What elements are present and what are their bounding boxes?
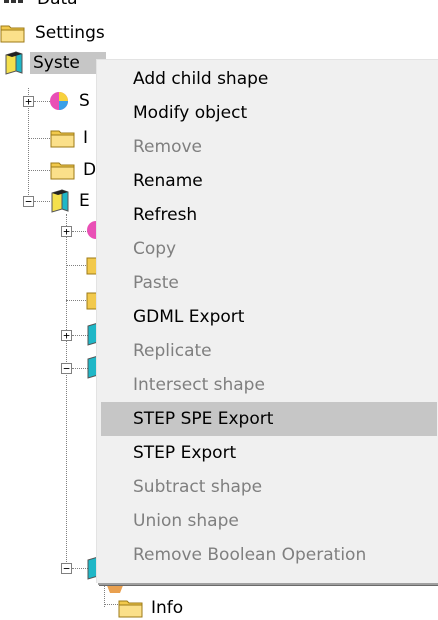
expand-plus-icon[interactable]: + [23, 96, 34, 107]
menu-item-label: GDML Export [133, 307, 245, 327]
tree-connector [28, 138, 50, 139]
folder-icon [50, 162, 75, 180]
collapse-minus-icon[interactable]: − [61, 563, 72, 574]
menu-item-add-child-shape[interactable]: Add child shape [101, 62, 437, 96]
menu-item-step-spe-export[interactable]: STEP SPE Export [101, 402, 437, 436]
menu-item-refresh[interactable]: Refresh [101, 198, 437, 232]
menu-item-intersect-shape[interactable]: Intersect shape [101, 368, 437, 402]
tree-item-label: I [83, 128, 89, 148]
menu-item-paste[interactable]: Paste [101, 266, 437, 300]
menu-item-label: STEP SPE Export [133, 409, 274, 429]
menu-item-label: Rename [133, 171, 203, 191]
database-icon [4, 0, 23, 3]
menu-item-label: Add child shape [133, 69, 269, 89]
menu-item-label: Subtract shape [133, 477, 263, 497]
menu-item-label: Union shape [133, 511, 239, 531]
menu-item-subtract-shape[interactable]: Subtract shape [101, 470, 437, 504]
menu-item-union-shape[interactable]: Union shape [101, 504, 437, 538]
tree-connector [34, 201, 50, 202]
menu-item-remove-boolean-operation[interactable]: Remove Boolean Operation [101, 538, 437, 572]
menu-item-replicate[interactable]: Replicate [101, 334, 437, 368]
tree-item-label: E [79, 191, 90, 211]
folder-icon [50, 130, 75, 148]
volume-icon [51, 189, 69, 213]
tree-item-label: Info [151, 598, 184, 618]
menu-item-label: Modify object [133, 103, 248, 123]
context-menu: Add child shape Modify object Remove Ren… [96, 59, 438, 583]
expand-plus-icon[interactable]: + [61, 330, 72, 341]
menu-item-label: Intersect shape [133, 375, 265, 395]
menu-item-remove[interactable]: Remove [101, 130, 437, 164]
tree-item-label: Syste [30, 52, 106, 74]
menu-item-modify-object[interactable]: Modify object [101, 96, 437, 130]
menu-item-label: Paste [133, 273, 179, 293]
menu-item-copy[interactable]: Copy [101, 232, 437, 266]
folder-icon [0, 25, 25, 43]
collapse-minus-icon[interactable]: − [23, 196, 34, 207]
folder-icon [118, 600, 143, 618]
tree-connector [28, 170, 50, 171]
menu-item-gdml-export[interactable]: GDML Export [101, 300, 437, 334]
menu-item-rename[interactable]: Rename [101, 164, 437, 198]
menu-item-step-export[interactable]: STEP Export [101, 436, 437, 470]
collapse-minus-icon[interactable]: − [61, 363, 72, 374]
menu-item-label: Replicate [133, 341, 212, 361]
menu-item-label: STEP Export [133, 443, 237, 463]
tree-item-label: S [79, 91, 90, 111]
tree-item-label: Settings [35, 23, 105, 43]
menu-item-label: Remove [133, 137, 202, 157]
expand-plus-icon[interactable]: + [61, 226, 72, 237]
menu-item-label: Refresh [133, 205, 198, 225]
volume-icon [5, 51, 23, 75]
menu-item-label: Copy [133, 239, 177, 259]
menu-item-label: Remove Boolean Operation [133, 545, 367, 565]
node-sphere-icon [50, 92, 68, 110]
tree-item-label: Data [34, 0, 81, 10]
node-sphere-icon [106, 583, 124, 593]
tree-connector [66, 214, 67, 568]
